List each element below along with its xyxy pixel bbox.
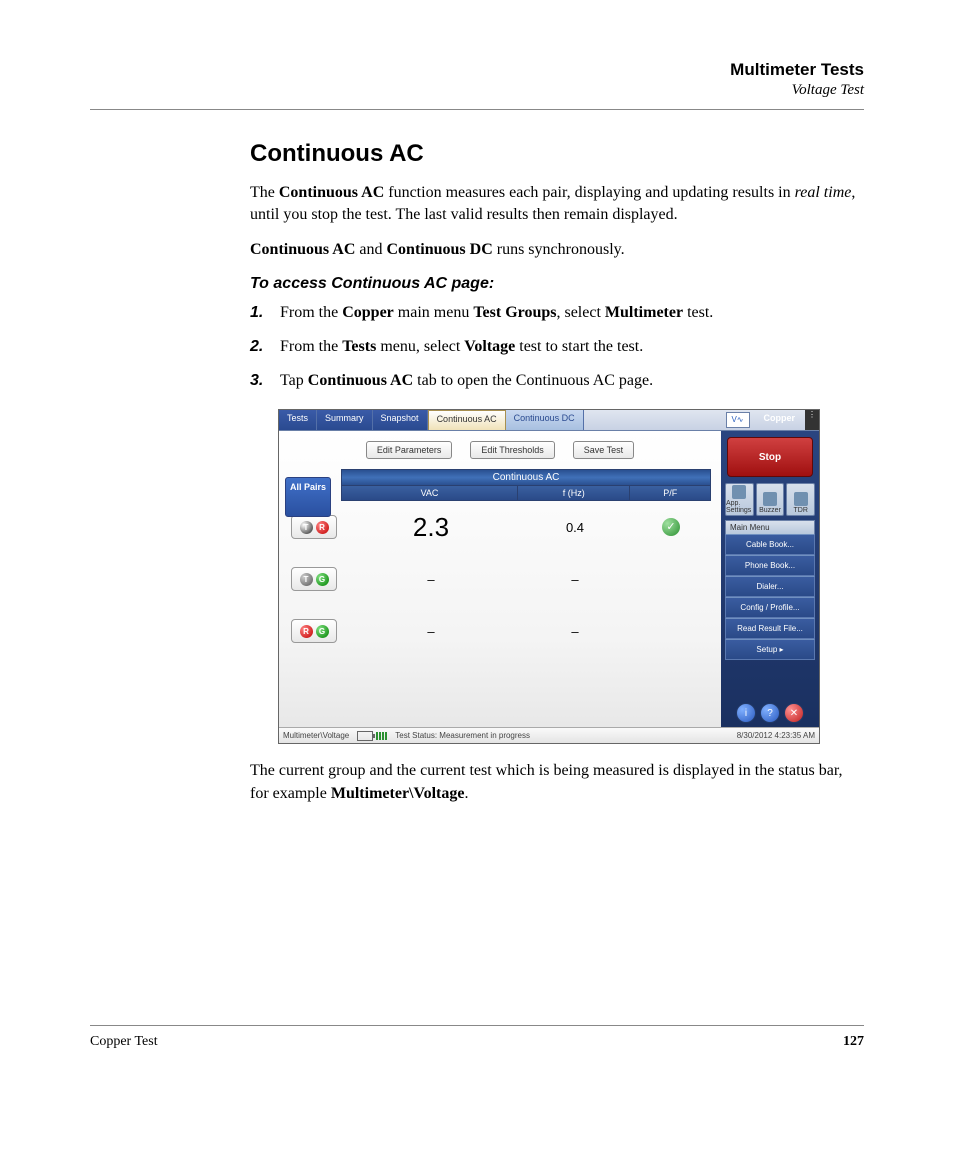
table-title: Continuous AC xyxy=(341,469,711,486)
menu-phone-book[interactable]: Phone Book... xyxy=(725,555,815,576)
results-table: Continuous AC VAC f (Hz) P/F T R 2.3 xyxy=(341,469,711,657)
pair-tr-button[interactable]: T R xyxy=(291,515,337,539)
row-rg: R G – – xyxy=(341,605,711,657)
menu-read-result-file[interactable]: Read Result File... xyxy=(725,618,815,639)
row-tr: T R 2.3 0.4 ✓ xyxy=(341,501,711,553)
wrench-icon xyxy=(732,485,746,499)
voltage-icon: V∿ xyxy=(726,412,750,428)
header-rule xyxy=(90,109,864,110)
battery-icon xyxy=(357,731,387,741)
post-paragraph: The current group and the current test w… xyxy=(250,760,864,805)
val-rg-vac: – xyxy=(343,624,519,639)
tab-bar: Tests Summary Snapshot Continuous AC Con… xyxy=(279,410,819,431)
pair-tg-button[interactable]: T G xyxy=(291,567,337,591)
val-tg-fhz: – xyxy=(519,572,631,587)
side-panel: Stop App. Settings Buzzer TDR Main Menu … xyxy=(721,431,819,727)
help-button[interactable]: ? xyxy=(760,703,780,723)
copper-label: Copper xyxy=(754,410,806,430)
section-heading: Continuous AC xyxy=(250,140,864,168)
app-settings-button[interactable]: App. Settings xyxy=(725,483,754,516)
tab-tests[interactable]: Tests xyxy=(279,410,317,430)
intro-p1: The Continuous AC function measures each… xyxy=(250,182,864,227)
col-vac: VAC xyxy=(341,486,518,501)
menu-setup[interactable]: Setup ▸ xyxy=(725,639,815,660)
step-1: 1. From the Copper main menu Test Groups… xyxy=(250,301,864,325)
val-tr-vac: 2.3 xyxy=(343,512,519,543)
tab-snapshot[interactable]: Snapshot xyxy=(373,410,428,430)
col-pf: P/F xyxy=(630,486,711,501)
footer-rule xyxy=(90,1025,864,1026)
all-pairs-button[interactable]: All Pairs xyxy=(285,477,331,517)
tab-continuous-ac[interactable]: Continuous AC xyxy=(428,410,506,430)
status-time: 8/30/2012 4:23:35 AM xyxy=(737,731,815,740)
led-t-icon: T xyxy=(300,573,313,586)
row-tg: T G – – xyxy=(341,553,711,605)
main-menu-header: Main Menu xyxy=(725,520,815,534)
footer-left: Copper Test xyxy=(90,1034,158,1050)
status-path: Multimeter\Voltage xyxy=(283,731,349,740)
menu-cable-book[interactable]: Cable Book... xyxy=(725,534,815,555)
close-button[interactable]: ✕ xyxy=(784,703,804,723)
buzzer-button[interactable]: Buzzer xyxy=(756,483,785,516)
menu-dialer[interactable]: Dialer... xyxy=(725,576,815,597)
col-fhz: f (Hz) xyxy=(518,486,630,501)
led-t-icon: T xyxy=(300,521,313,534)
device-screenshot: Tests Summary Snapshot Continuous AC Con… xyxy=(278,409,820,744)
status-message: Test Status: Measurement in progress xyxy=(395,731,530,740)
tdr-button[interactable]: TDR xyxy=(786,483,815,516)
menu-dots-icon[interactable]: ⋮ xyxy=(805,410,819,430)
led-g-icon: G xyxy=(316,573,329,586)
edit-parameters-button[interactable]: Edit Parameters xyxy=(366,441,453,459)
main-panel: Edit Parameters Edit Thresholds Save Tes… xyxy=(279,431,721,727)
val-rg-fhz: – xyxy=(519,624,631,639)
val-tr-pf: ✓ xyxy=(631,518,711,536)
led-r-icon: R xyxy=(300,625,313,638)
led-g-icon: G xyxy=(316,625,329,638)
val-tg-vac: – xyxy=(343,572,519,587)
page-number: 127 xyxy=(843,1034,864,1050)
pass-icon: ✓ xyxy=(662,518,680,536)
step-2: 2. From the Tests menu, select Voltage t… xyxy=(250,335,864,359)
header-title: Multimeter Tests xyxy=(250,60,864,80)
steps-list: 1. From the Copper main menu Test Groups… xyxy=(250,301,864,393)
speaker-icon xyxy=(763,492,777,506)
tab-continuous-dc[interactable]: Continuous DC xyxy=(506,410,584,430)
tab-summary[interactable]: Summary xyxy=(317,410,373,430)
stop-button[interactable]: Stop xyxy=(727,437,813,477)
step-3: 3. Tap Continuous AC tab to open the Con… xyxy=(250,369,864,393)
wave-icon xyxy=(794,492,808,506)
menu-config-profile[interactable]: Config / Profile... xyxy=(725,597,815,618)
save-test-button[interactable]: Save Test xyxy=(573,441,634,459)
intro-p2: Continuous AC and Continuous DC runs syn… xyxy=(250,239,864,261)
access-heading: To access Continuous AC page: xyxy=(250,275,864,293)
val-tr-fhz: 0.4 xyxy=(519,520,631,535)
led-r-icon: R xyxy=(316,521,329,534)
pair-rg-button[interactable]: R G xyxy=(291,619,337,643)
status-bar: Multimeter\Voltage Test Status: Measurem… xyxy=(279,727,819,743)
edit-thresholds-button[interactable]: Edit Thresholds xyxy=(470,441,554,459)
info-button[interactable]: i xyxy=(736,703,756,723)
header-subtitle: Voltage Test xyxy=(250,82,864,99)
